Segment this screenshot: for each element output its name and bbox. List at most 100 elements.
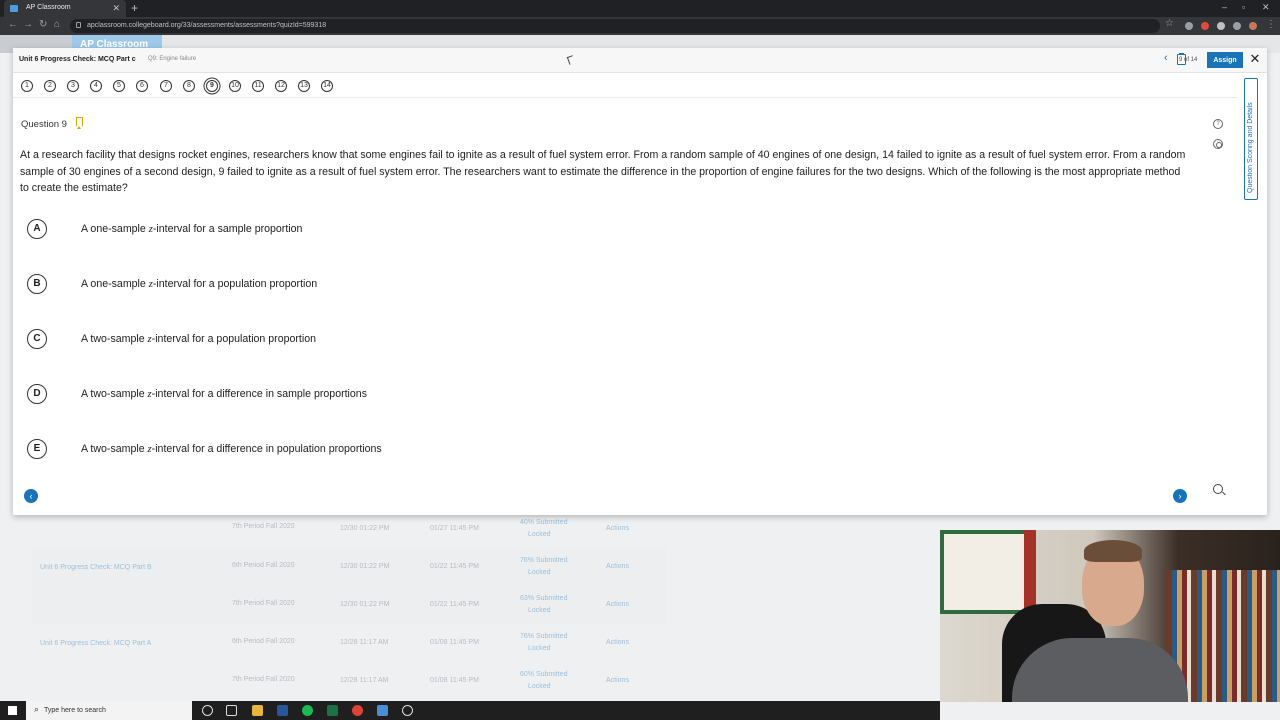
url-text: apclassroom.collegeboard.org/33/assessme… [87,22,327,29]
extension-icon[interactable] [1185,22,1193,30]
section-cell: 6th Period Fall 2020 [232,638,295,645]
forward-icon[interactable]: → [23,19,33,30]
due-cell: 01/22 11:45 PM [430,563,479,570]
choice-letter[interactable]: C [27,329,47,349]
question-number-7[interactable]: 7 [160,80,172,92]
modal-header: Unit 6 Progress Check: MCQ Part c Q9: En… [13,48,1267,73]
section-cell: 7th Period Fall 2020 [232,523,295,530]
choice-letter[interactable]: E [27,439,47,459]
submitted-cell: 60% Submitted [520,671,568,678]
tab-title: AP Classroom [26,4,71,11]
section-cell: 7th Period Fall 2020 [232,676,295,683]
gear-icon[interactable] [1213,139,1223,149]
choice-letter[interactable]: A [27,219,47,239]
lock-icon [76,22,81,28]
table-row: Unit 6 Progress Check: MCQ Part B 6th Pe… [32,548,666,586]
start-cell: 12/30 01:22 PM [340,601,390,608]
answer-choice-d[interactable]: D A two-sample z-interval for a differen… [27,384,627,404]
question-number-4[interactable]: 4 [90,80,102,92]
next-question-button[interactable]: › [1173,489,1187,503]
answer-choice-b[interactable]: B A one-sample z-interval for a populati… [27,274,627,294]
presenter-body [1012,638,1188,702]
assessment-title: Unit 6 Progress Check: MCQ Part c [19,56,136,63]
new-tab-button[interactable]: + [131,1,138,15]
tab-close-icon[interactable]: ✕ [112,3,120,14]
file-explorer-icon[interactable] [252,705,263,716]
choice-text: A two-sample z-interval for a population… [81,333,316,345]
actions-button[interactable]: Actions [606,601,629,608]
close-icon[interactable]: ✕ [1248,51,1262,67]
window-close-icon[interactable]: ✕ [1262,2,1270,13]
extension-icon[interactable] [1217,22,1225,30]
question-number-6[interactable]: 6 [136,80,148,92]
app-icon[interactable] [402,705,413,716]
start-cell: 12/28 11:17 AM [340,677,389,684]
chevron-right-icon[interactable]: › [1212,52,1216,64]
table-row: 7th Period Fall 2020 12/28 11:17 AM 01/0… [32,662,666,700]
start-cell: 12/30 01:22 PM [340,563,390,570]
bookmark-icon[interactable] [76,117,83,129]
back-icon[interactable]: ← [8,19,18,30]
question-number-10[interactable]: 10 [229,80,241,92]
actions-button[interactable]: Actions [606,525,629,532]
taskbar-search[interactable]: ⌕ Type here to search [26,701,192,720]
due-cell: 01/08 11:45 PM [430,639,479,646]
choice-letter[interactable]: D [27,384,47,404]
actions-button[interactable]: Actions [606,677,629,684]
question-scoring-tab[interactable]: Question Scoring and Details [1244,78,1258,200]
question-number-11[interactable]: 11 [252,80,264,92]
question-subtitle: Q9: Engine failure [148,56,197,62]
browser-tab[interactable]: AP Classroom ✕ [4,0,126,17]
answer-choice-a[interactable]: A A one-sample z-interval for a sample p… [27,219,627,239]
question-label: Question 9 [21,119,67,130]
choice-text: A two-sample z-interval for a difference… [81,443,382,455]
chrome-icon[interactable] [352,705,363,716]
profile-avatar[interactable] [1249,22,1257,30]
excel-icon[interactable] [327,705,338,716]
star-icon[interactable]: ☆ [1165,18,1174,29]
task-view-icon[interactable] [226,705,237,716]
address-bar[interactable]: apclassroom.collegeboard.org/33/assessme… [70,19,1160,33]
choice-text: A two-sample z-interval for a difference… [81,388,367,400]
reload-icon[interactable]: ↻ [39,19,47,30]
actions-button[interactable]: Actions [606,639,629,646]
previous-question-button[interactable]: ‹ [24,489,38,503]
maximize-icon[interactable]: ▫ [1242,2,1245,12]
question-number-2[interactable]: 2 [44,80,56,92]
question-number-3[interactable]: 3 [67,80,79,92]
assessment-link[interactable]: Unit 6 Progress Check: MCQ Part A [40,640,151,647]
submitted-cell: 63% Submitted [520,595,568,602]
kebab-menu-icon[interactable]: ⋮ [1266,19,1276,30]
choice-letter[interactable]: B [27,274,47,294]
table-row: Unit 6 Progress Check: MCQ Part A 6th Pe… [32,624,666,662]
word-icon[interactable] [277,705,288,716]
home-icon[interactable]: ⌂ [54,19,60,30]
chevron-left-icon[interactable]: ‹ [1164,52,1168,64]
assessment-link[interactable]: Unit 6 Progress Check: MCQ Part B [40,564,152,571]
puzzle-icon[interactable] [1233,22,1241,30]
actions-button[interactable]: Actions [606,563,629,570]
cortana-icon[interactable] [202,705,213,716]
question-number-8[interactable]: 8 [183,80,195,92]
due-cell: 01/22 11:45 PM [430,601,479,608]
minimize-icon[interactable]: – [1222,2,1227,12]
status-cell: Locked [528,645,551,652]
help-icon[interactable]: ? [1213,119,1223,129]
question-number-12[interactable]: 12 [275,80,287,92]
question-number-5[interactable]: 5 [113,80,125,92]
zoom-icon[interactable] [1213,484,1223,494]
question-number-13[interactable]: 13 [298,80,310,92]
question-number-14[interactable]: 14 [321,80,333,92]
question-number-1[interactable]: 1 [21,80,33,92]
spotify-icon[interactable] [302,705,313,716]
question-position: 9 of 14 [1179,57,1198,63]
start-cell: 12/30 01:22 PM [340,525,390,532]
status-cell: Locked [528,531,551,538]
zoom-app-icon[interactable] [377,705,388,716]
answer-choice-e[interactable]: E A two-sample z-interval for a differen… [27,439,627,459]
extension-icon[interactable] [1201,22,1209,30]
windows-start-icon[interactable] [8,706,17,715]
status-cell: Locked [528,607,551,614]
answer-choice-c[interactable]: C A two-sample z-interval for a populati… [27,329,627,349]
question-number-9[interactable]: 9 [206,80,218,92]
